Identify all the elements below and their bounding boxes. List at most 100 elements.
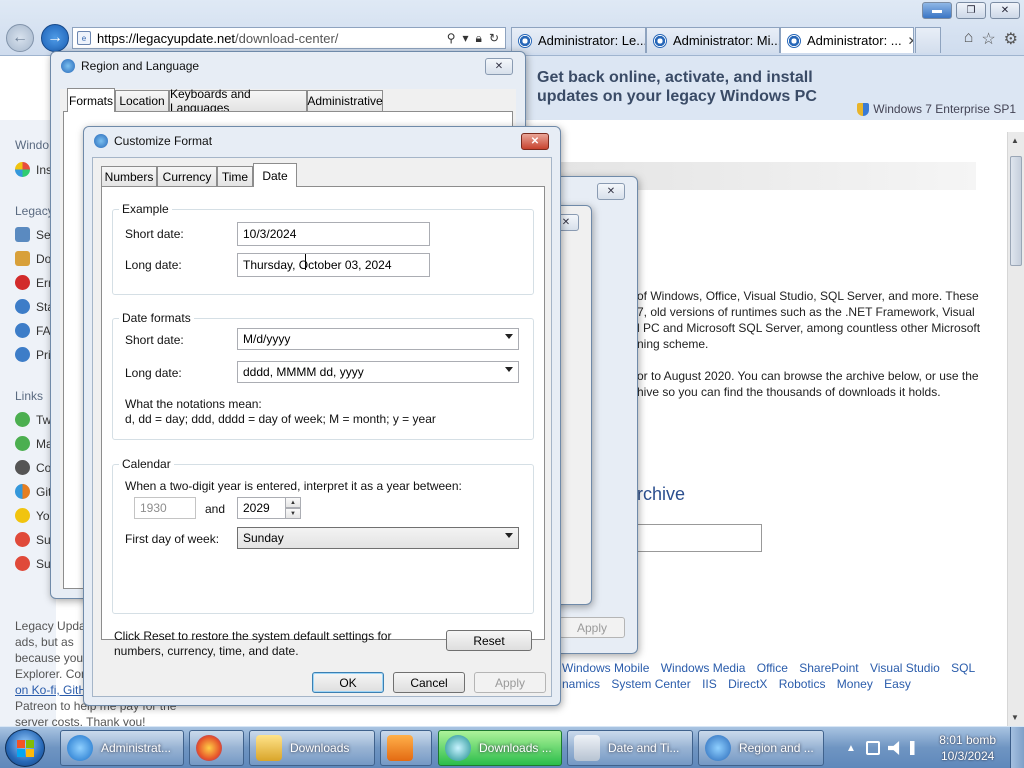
tab-close-icon[interactable]: ✕ xyxy=(908,34,913,48)
home-icon[interactable]: ⌂ xyxy=(964,29,974,49)
address-bar[interactable]: e https://legacyupdate.net/download-cent… xyxy=(72,27,506,49)
footer-link[interactable]: Office xyxy=(757,661,788,675)
dropdown-icon[interactable]: ▾ xyxy=(463,31,469,46)
scroll-thumb[interactable] xyxy=(1010,156,1022,266)
first-day-label: First day of week: xyxy=(125,532,220,546)
tab-formats[interactable]: Formats xyxy=(67,88,115,112)
sidebar-item[interactable]: Ins xyxy=(15,162,55,177)
tools-gear-icon[interactable]: ⚙ xyxy=(1004,29,1018,49)
close-button[interactable]: ✕ xyxy=(990,2,1020,19)
scroll-up-icon[interactable]: ▲ xyxy=(1011,136,1019,145)
tab-numbers[interactable]: Numbers xyxy=(101,166,157,187)
action-center-flag-icon[interactable] xyxy=(909,741,924,755)
tab-date[interactable]: Date xyxy=(253,163,297,187)
tab-time[interactable]: Time xyxy=(217,166,253,187)
paragraph-line: ning scheme. xyxy=(637,337,709,351)
sidebar-item[interactable]: Pri xyxy=(15,347,55,362)
sidebar-item[interactable]: Err xyxy=(15,275,55,290)
sidebar-item[interactable]: Co xyxy=(15,460,55,475)
browser-tab-3[interactable]: Administrator: ... ✕ xyxy=(780,27,914,53)
close-icon[interactable]: ✕ xyxy=(521,133,549,150)
archive-search-input[interactable] xyxy=(637,524,762,552)
year-spinner[interactable]: ▲ ▼ xyxy=(285,497,301,519)
tab-currency[interactable]: Currency xyxy=(157,166,217,187)
minimize-button[interactable]: ▬ xyxy=(922,2,952,19)
footer-link[interactable]: IIS xyxy=(702,677,717,691)
sidebar-item[interactable]: Git xyxy=(15,484,55,499)
browser-tab-2[interactable]: Administrator: Mi... xyxy=(646,27,780,53)
chevron-down-icon[interactable] xyxy=(505,334,513,339)
footer-link[interactable]: namics xyxy=(562,677,600,691)
footer-link[interactable]: Windows Mobile xyxy=(562,661,649,675)
sidebar-item[interactable]: Sta xyxy=(15,299,55,314)
apply-button[interactable]: Apply xyxy=(474,672,546,693)
footer-link[interactable]: SharePoint xyxy=(799,661,858,675)
lock-icon[interactable]: 🔒︎ xyxy=(476,31,482,46)
footer-links: Windows Mobile Windows Media Office Shar… xyxy=(562,660,1002,692)
sidebar-item[interactable]: Do xyxy=(15,251,55,266)
browser-tab-1[interactable]: Administrator: Le... xyxy=(511,27,646,53)
cancel-button[interactable]: Cancel xyxy=(393,672,465,693)
chevron-down-icon[interactable] xyxy=(505,367,513,372)
back-button[interactable]: ← xyxy=(6,24,34,52)
volume-muted-icon[interactable] xyxy=(887,741,900,755)
globe-icon xyxy=(15,412,30,427)
show-hidden-icons-icon[interactable]: ▲ xyxy=(846,743,856,754)
year-to-field[interactable]: 2029 xyxy=(237,497,286,519)
close-icon[interactable]: ✕ xyxy=(485,58,513,75)
chevron-down-icon[interactable] xyxy=(505,533,513,538)
taskbar-firefox[interactable] xyxy=(189,730,244,766)
restore-button[interactable]: ❐ xyxy=(956,2,986,19)
taskbar-region-language[interactable]: Region and ... xyxy=(698,730,824,766)
refresh-icon[interactable]: ↻ xyxy=(489,31,499,46)
footer-link[interactable]: SQL xyxy=(951,661,975,675)
apply-button[interactable]: Apply xyxy=(559,617,625,638)
short-date-format-combo[interactable]: M/d/yyyy xyxy=(237,328,519,350)
footer-link[interactable]: Money xyxy=(837,677,873,691)
show-desktop-button[interactable] xyxy=(1010,727,1024,768)
tab-keyboards[interactable]: Keyboards and Languages xyxy=(169,87,307,115)
search-icon[interactable]: ⚲ xyxy=(447,31,456,46)
start-button[interactable] xyxy=(5,729,45,767)
footer-link[interactable]: Easy xyxy=(884,677,911,691)
long-date-format-combo[interactable]: dddd, MMMM dd, yyyy xyxy=(237,361,519,383)
tab-location[interactable]: Location xyxy=(115,90,169,111)
favorites-star-icon[interactable]: ☆ xyxy=(981,29,995,49)
spin-up-icon[interactable]: ▲ xyxy=(285,497,301,508)
sidebar-item[interactable]: Su xyxy=(15,556,55,571)
tab-administrative[interactable]: Administrative xyxy=(307,90,383,111)
taskbar-ie[interactable]: Administrat... xyxy=(60,730,184,766)
new-tab-button[interactable] xyxy=(915,27,941,53)
footer-link[interactable]: System Center xyxy=(611,677,690,691)
reset-button[interactable]: Reset xyxy=(446,630,532,651)
scroll-down-icon[interactable]: ▼ xyxy=(1011,713,1019,722)
taskbar-date-time[interactable]: Date and Ti... xyxy=(567,730,693,766)
windows-logo-icon xyxy=(17,749,25,757)
sidebar-item[interactable]: Yo xyxy=(15,508,55,523)
network-icon[interactable] xyxy=(865,741,880,755)
task-label: Downloads xyxy=(290,741,350,755)
footer-link[interactable]: Windows Media xyxy=(661,661,746,675)
taskbar-downloads-active[interactable]: Downloads ... xyxy=(438,730,562,766)
forward-button[interactable]: → xyxy=(41,24,69,52)
footer-link[interactable]: Robotics xyxy=(779,677,826,691)
sidebar-item[interactable]: Tw xyxy=(15,412,55,427)
taskbar-explorer-downloads[interactable]: Downloads xyxy=(249,730,375,766)
taskbar-media-player[interactable] xyxy=(380,730,432,766)
footer-link[interactable]: Visual Studio xyxy=(870,661,940,675)
footer-link[interactable]: DirectX xyxy=(728,677,767,691)
sidebar-item[interactable]: FA xyxy=(15,323,55,338)
clock[interactable]: 8:01 bomb 10/3/2024 xyxy=(939,732,996,764)
sidebar-item[interactable]: Su xyxy=(15,532,55,547)
first-day-combo[interactable]: Sunday xyxy=(237,527,519,549)
page-scrollbar[interactable]: ▲ ▼ xyxy=(1007,132,1024,726)
sidebar-item[interactable]: Se xyxy=(15,227,55,242)
sidebar-item[interactable]: Ma xyxy=(15,436,55,451)
taskbar: Administrat... Downloads Downloads ... D… xyxy=(0,726,1024,768)
archive-paragraph: or to August 2020. You can browse the ar… xyxy=(637,368,982,400)
two-digit-year-label: When a two-digit year is entered, interp… xyxy=(125,479,462,493)
ok-button[interactable]: OK xyxy=(312,672,384,693)
close-icon[interactable]: ✕ xyxy=(597,183,625,200)
spin-down-icon[interactable]: ▼ xyxy=(285,508,301,519)
short-date-example: 10/3/2024 xyxy=(237,222,430,246)
